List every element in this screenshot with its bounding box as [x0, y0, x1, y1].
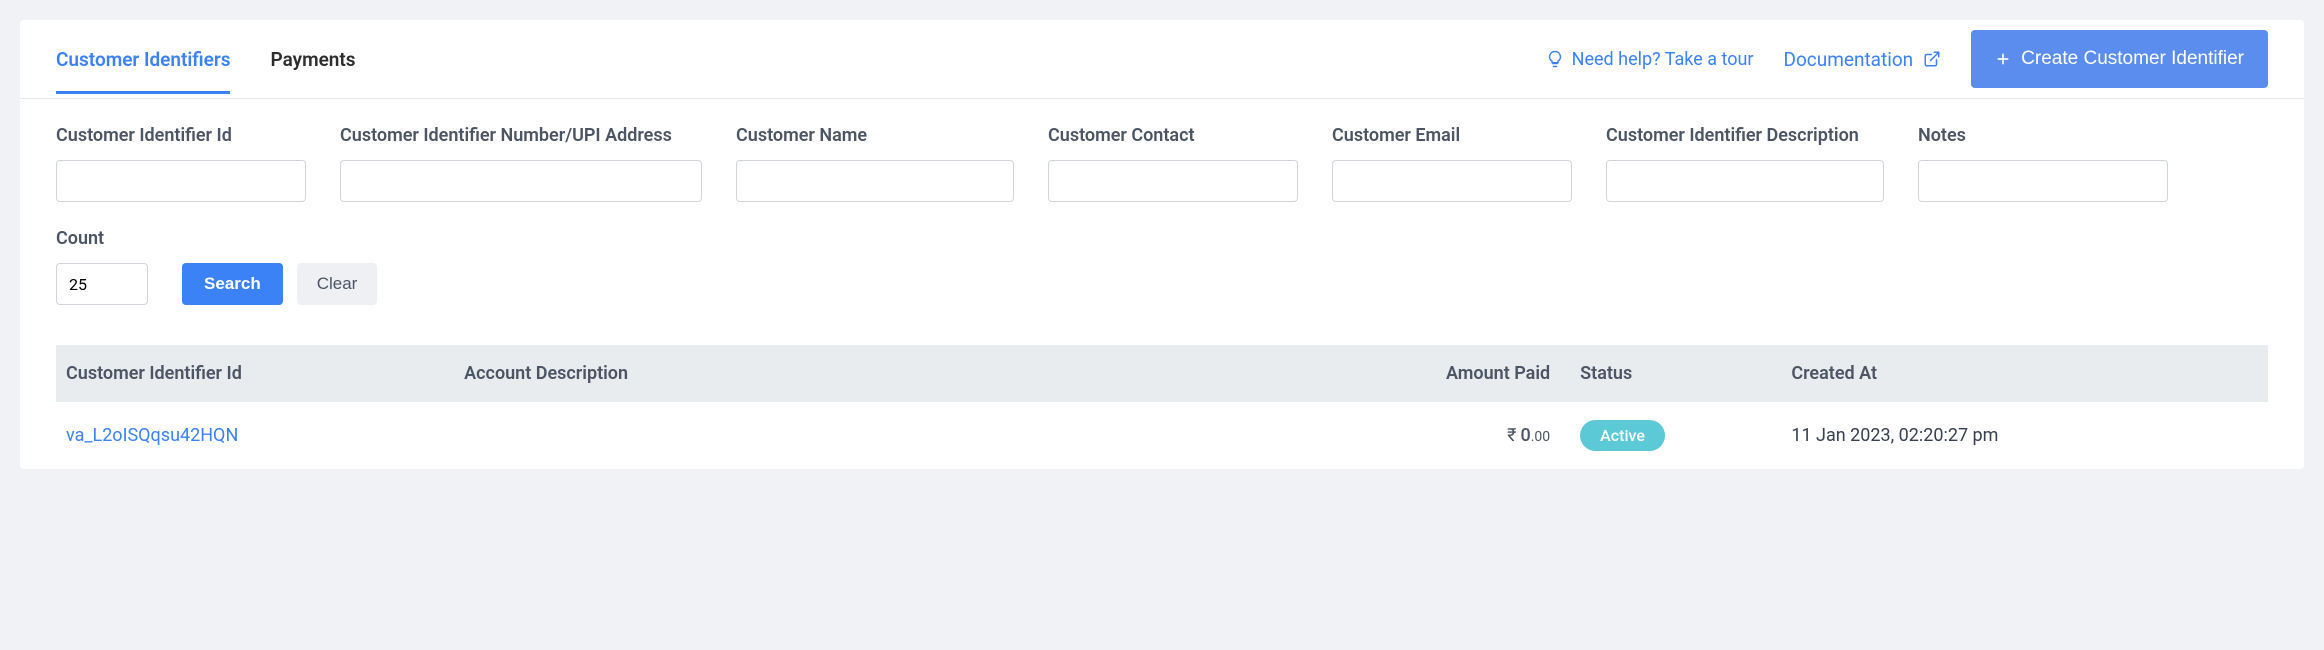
filter-notes: Notes [1918, 125, 2168, 202]
amount-dec: .00 [1531, 429, 1550, 445]
lightbulb-icon [1546, 50, 1564, 68]
documentation-link[interactable]: Documentation [1784, 48, 1942, 71]
filter-desc-input[interactable] [1606, 160, 1884, 202]
amount-int: 0 [1520, 425, 1530, 446]
filter-id-input[interactable] [56, 160, 306, 202]
th-created: Created At [1781, 345, 2268, 402]
cell-id[interactable]: va_L2oISQqsu42HQN [56, 402, 454, 469]
results-table-wrap: Customer Identifier Id Account Descripti… [20, 325, 2304, 469]
tab-payments[interactable]: Payments [270, 24, 355, 94]
filter-actions: Search Clear [182, 228, 377, 305]
th-id: Customer Identifier Id [56, 345, 454, 402]
filter-name: Customer Name [736, 125, 1014, 202]
header-actions: Need help? Take a tour Documentation Cre… [1546, 20, 2268, 98]
filter-count: Count [56, 228, 148, 305]
filter-contact-input[interactable] [1048, 160, 1298, 202]
documentation-link-label: Documentation [1784, 48, 1914, 71]
filters: Customer Identifier Id Customer Identifi… [20, 99, 2304, 325]
create-customer-identifier-button[interactable]: Create Customer Identifier [1971, 30, 2268, 88]
external-link-icon [1923, 50, 1941, 68]
filter-email-input[interactable] [1332, 160, 1572, 202]
filter-id: Customer Identifier Id [56, 125, 306, 202]
filter-name-input[interactable] [736, 160, 1014, 202]
currency-symbol: ₹ [1507, 425, 1516, 446]
clear-button[interactable]: Clear [297, 263, 378, 305]
filter-count-label: Count [56, 228, 148, 249]
status-badge: Active [1580, 420, 1665, 451]
th-desc: Account Description [454, 345, 1339, 402]
help-link-label: Need help? Take a tour [1572, 49, 1754, 70]
cell-created: 11 Jan 2023, 02:20:27 pm [1781, 402, 2268, 469]
plus-icon [1995, 51, 2011, 67]
create-button-label: Create Customer Identifier [2021, 48, 2244, 70]
cell-desc [454, 402, 1339, 469]
filter-number-input[interactable] [340, 160, 702, 202]
table-row: va_L2oISQqsu42HQN ₹ 0.00 Active 11 Ja [56, 402, 2268, 469]
help-link[interactable]: Need help? Take a tour [1546, 49, 1754, 70]
tab-bar: Customer Identifiers Payments Need help?… [20, 20, 2304, 99]
cell-amount: ₹ 0.00 [1339, 402, 1560, 469]
filter-number-label: Customer Identifier Number/UPI Address [340, 125, 702, 146]
filter-email: Customer Email [1332, 125, 1572, 202]
filter-contact: Customer Contact [1048, 125, 1298, 202]
th-amount: Amount Paid [1339, 345, 1560, 402]
filter-count-input[interactable] [56, 263, 148, 305]
filter-notes-label: Notes [1918, 125, 2168, 146]
table-header-row: Customer Identifier Id Account Descripti… [56, 345, 2268, 402]
tab-customer-identifiers[interactable]: Customer Identifiers [56, 24, 230, 94]
filter-contact-label: Customer Contact [1048, 125, 1298, 146]
filter-name-label: Customer Name [736, 125, 1014, 146]
filter-number: Customer Identifier Number/UPI Address [340, 125, 702, 202]
filter-id-label: Customer Identifier Id [56, 125, 306, 146]
results-table: Customer Identifier Id Account Descripti… [56, 345, 2268, 469]
filter-desc-label: Customer Identifier Description [1606, 125, 1884, 146]
filter-notes-input[interactable] [1918, 160, 2168, 202]
search-button[interactable]: Search [182, 263, 283, 305]
filter-desc: Customer Identifier Description [1606, 125, 1884, 202]
tabs: Customer Identifiers Payments [56, 24, 1546, 94]
filter-email-label: Customer Email [1332, 125, 1572, 146]
cell-status: Active [1560, 402, 1781, 469]
main-card: Customer Identifiers Payments Need help?… [20, 20, 2304, 469]
th-status: Status [1560, 345, 1781, 402]
